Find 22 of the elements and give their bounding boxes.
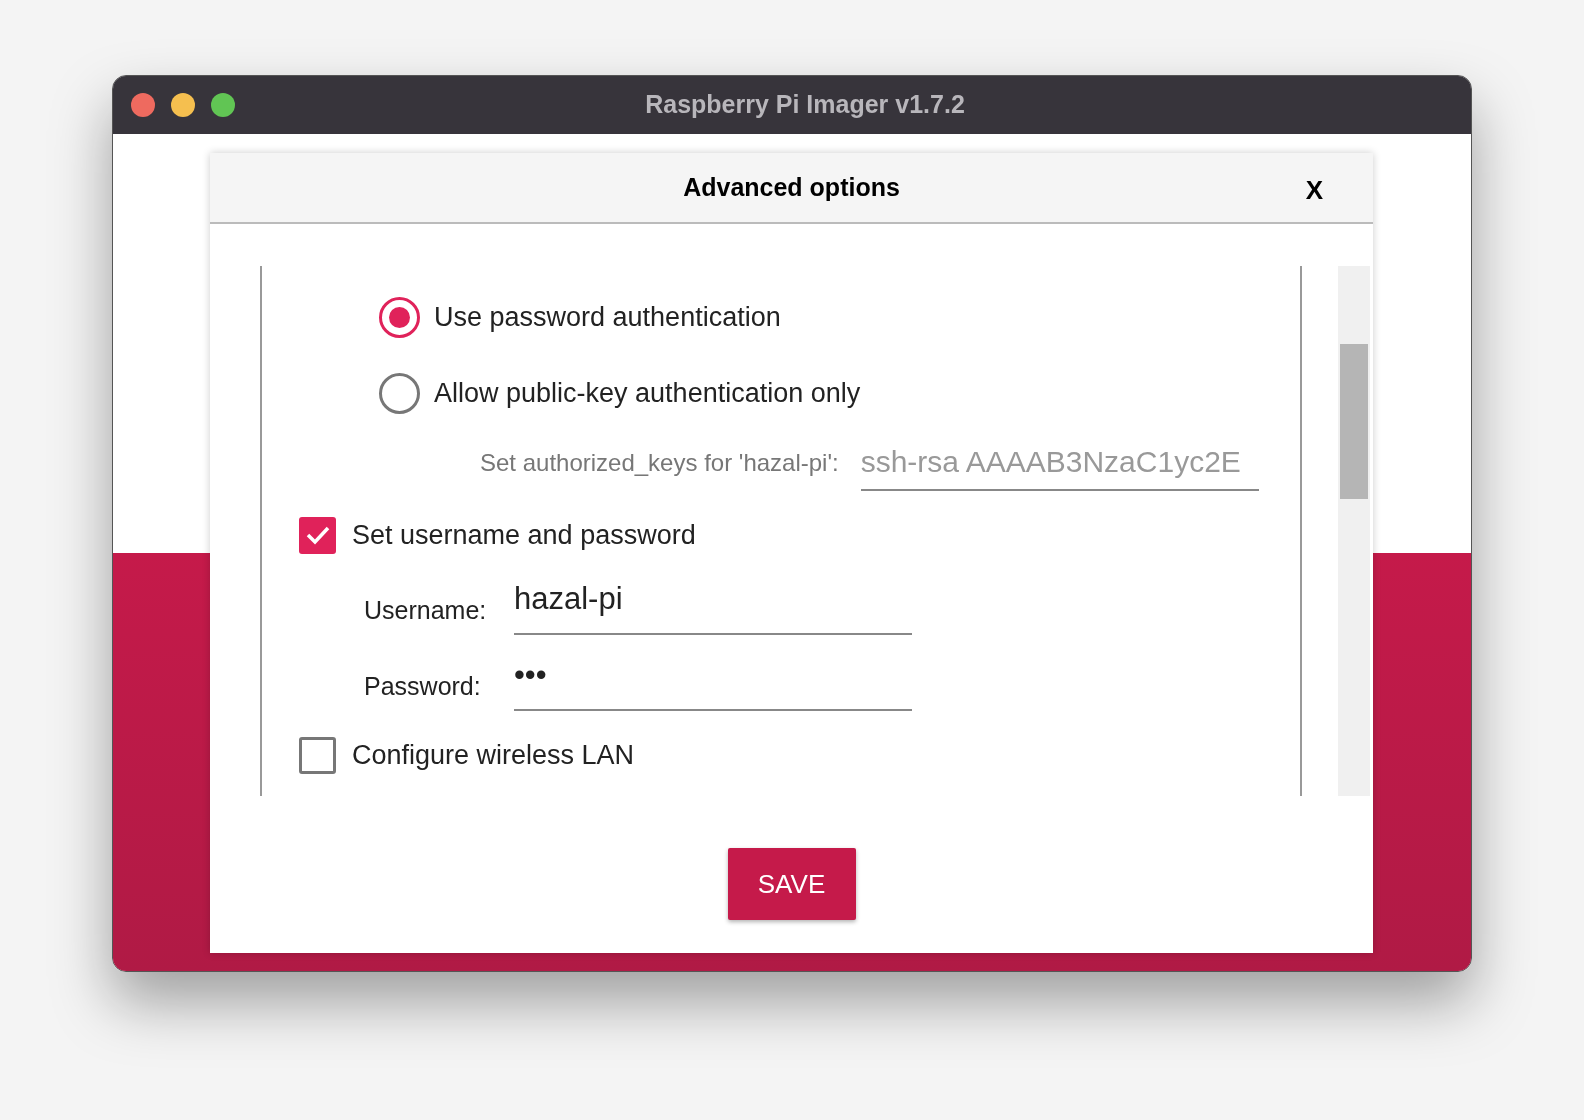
scrollbar-thumb[interactable] — [1340, 344, 1368, 499]
window-title: Raspberry Pi Imager v1.7.2 — [645, 89, 965, 121]
radio-button[interactable] — [379, 296, 420, 338]
radio-label: Use password authentication — [434, 300, 781, 334]
checkbox-label: Configure wireless LAN — [352, 738, 635, 772]
radio-button[interactable] — [379, 372, 420, 414]
minimize-window-button[interactable] — [171, 93, 195, 117]
checkbox[interactable] — [299, 516, 336, 554]
checkmark-icon — [304, 524, 331, 546]
checkbox[interactable] — [299, 736, 336, 774]
zoom-window-button[interactable] — [211, 93, 235, 117]
text-field[interactable]: ••• — [514, 655, 912, 711]
checkbox-label: Set username and password — [352, 518, 696, 552]
save-button[interactable]: SAVE — [727, 848, 856, 920]
close-window-button[interactable] — [131, 93, 155, 117]
field-label: Set authorized_keys for 'hazal-pi': — [480, 448, 839, 478]
text-field[interactable]: hazal-pi — [514, 579, 912, 635]
radio-label: Allow public-key authentication only — [434, 376, 861, 410]
field-label: Password: — [364, 670, 482, 702]
dialog-title: Advanced options — [683, 171, 900, 203]
close-button[interactable]: X — [1305, 171, 1323, 210]
field-label: Username: — [364, 594, 488, 626]
